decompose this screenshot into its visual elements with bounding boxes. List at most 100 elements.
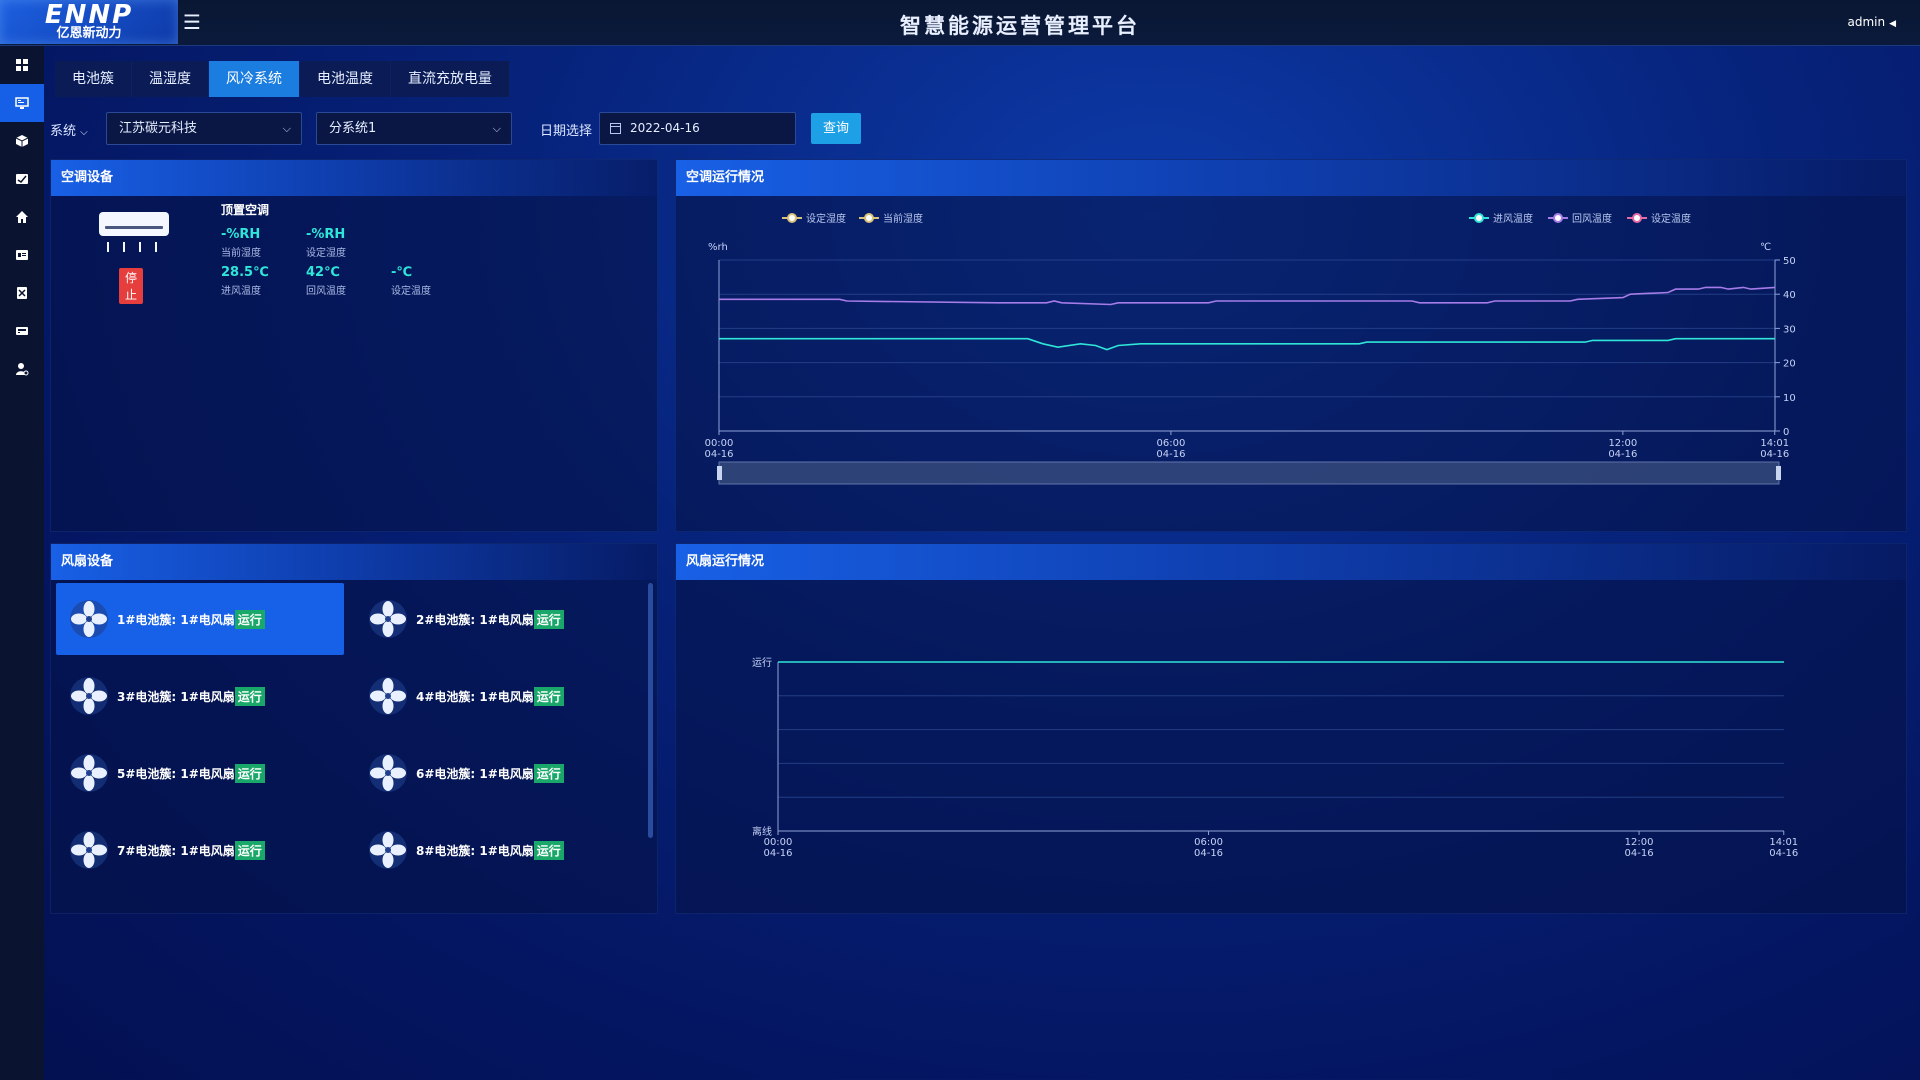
system-dropdown[interactable]: 系统 ⌵ — [50, 120, 88, 139]
sidebar-item-report[interactable] — [0, 160, 44, 198]
tab-battery-temp[interactable]: 电池温度 — [300, 61, 391, 97]
fan-label: 6#电池簇: 1#电风扇 — [416, 766, 534, 781]
x-tick-date: 04-16 — [1156, 449, 1185, 460]
fan-list: 1#电池簇: 1#电风扇 运行 2#电池簇: 1#电风扇 运行 3#电池簇: 1#电风扇… — [56, 583, 642, 908]
tab-bar: 电池簇 温湿度 风冷系统 电池温度 直流充放电量 — [55, 61, 510, 97]
set-temp-label: 设定温度 — [391, 286, 431, 297]
fan-icon — [70, 754, 108, 792]
sidebar-item-user-settings[interactable] — [0, 350, 44, 388]
sidebar-item-box[interactable] — [0, 122, 44, 160]
fan-status-badge: 运行 — [533, 609, 564, 629]
date-picker[interactable]: 2022-04-16 — [599, 112, 796, 145]
x-tick-date: 04-16 — [763, 848, 792, 859]
y-axis-unit-right: ℃ — [1760, 242, 1771, 253]
sidebar-item-dashboard[interactable] — [0, 46, 44, 84]
x-tick-date: 04-16 — [1760, 449, 1789, 460]
date-value: 2022-04-16 — [630, 121, 700, 135]
tab-battery-cluster[interactable]: 电池簇 — [55, 61, 132, 97]
x-tick-time: 00:00 — [764, 837, 793, 848]
page-title: 智慧能源运营管理平台 — [900, 14, 1140, 38]
sidebar-item-home[interactable] — [0, 198, 44, 236]
y-category-label: 运行 — [752, 656, 772, 669]
x-tick-date: 04-16 — [1769, 848, 1798, 859]
fan-item[interactable]: 1#电池簇: 1#电风扇 运行 — [56, 583, 344, 655]
fan-item[interactable]: 3#电池簇: 1#电风扇 运行 — [56, 660, 344, 732]
inlet-temp: 28.5℃ 进风温度 — [221, 265, 269, 297]
ac-device-title: 空调设备 — [51, 160, 657, 196]
fan-status-badge: 运行 — [533, 686, 564, 706]
home-icon — [16, 211, 28, 223]
current-humidity-value: -%RH — [221, 227, 261, 242]
ac-device-name: 顶置空调 — [221, 203, 270, 217]
ac-device-panel: 空调设备 停止 顶置空调 -%RH 当前湿度 -%RH 设定湿度 28.5℃ 进… — [50, 159, 658, 532]
y-tick-label: 10 — [1783, 393, 1796, 404]
fan-device-title: 风扇设备 — [51, 544, 657, 580]
fan-icon — [70, 677, 108, 715]
tab-air-cooling[interactable]: 风冷系统 — [209, 61, 300, 97]
fan-status-badge: 运行 — [234, 686, 265, 706]
fan-icon — [369, 831, 407, 869]
caret-left-icon: ◀ — [1889, 19, 1896, 29]
company-select[interactable]: 江苏碳元科技 ⌵ — [106, 112, 302, 145]
monitor-icon — [15, 97, 29, 109]
sidebar-item-document[interactable] — [0, 274, 44, 312]
username: admin — [1847, 15, 1886, 29]
legend-marker — [1474, 213, 1484, 223]
user-menu[interactable]: admin ◀ — [1847, 15, 1896, 29]
fan-item[interactable]: 7#电池簇: 1#电风扇 运行 — [56, 814, 344, 886]
x-tick-date: 04-16 — [1625, 848, 1654, 859]
box-icon — [15, 135, 29, 147]
return-temp: 42℃ 回风温度 — [306, 265, 346, 297]
fan-item[interactable]: 4#电池簇: 1#电风扇 运行 — [355, 660, 643, 732]
chevron-down-icon: ⌵ — [282, 122, 291, 135]
query-button[interactable]: 查询 — [811, 113, 862, 144]
legend-label: 设定湿度 — [806, 212, 846, 225]
chevron-down-icon: ⌵ — [492, 122, 501, 135]
calendar-icon — [610, 123, 621, 134]
fan-item[interactable]: 2#电池簇: 1#电风扇 运行 — [355, 583, 643, 655]
fan-chart-panel: 风扇运行情况 运行 离线 00:00 04-16 06:00 04-16 12:00 04-1… — [675, 543, 1907, 914]
ac-chart-title: 空调运行情况 — [676, 160, 1906, 196]
fan-label: 5#电池簇: 1#电风扇 — [117, 766, 235, 781]
x-tick-time: 12:00 — [1608, 438, 1637, 449]
tab-dc-energy[interactable]: 直流充放电量 — [391, 61, 510, 97]
set-humidity: -%RH 设定湿度 — [306, 227, 346, 259]
fan-device-panel: 风扇设备 1#电池簇: 1#电风扇 运行 2#电池簇: 1#电风扇 运行 3#电池簇: … — [50, 543, 658, 914]
x-tick-time: 12:00 — [1625, 837, 1654, 848]
fan-label: 4#电池簇: 1#电风扇 — [416, 689, 534, 704]
sidebar-item-device[interactable] — [0, 312, 44, 350]
tab-temp-humidity[interactable]: 温湿度 — [132, 61, 209, 97]
sidebar-item-id-card[interactable] — [0, 236, 44, 274]
set-humidity-label: 设定湿度 — [306, 248, 346, 259]
air-conditioner-icon — [99, 212, 171, 256]
fan-label: 2#电池簇: 1#电风扇 — [416, 612, 534, 627]
set-temp: -℃ 设定温度 — [391, 265, 431, 297]
subsystem-select[interactable]: 分系统1 ⌵ — [316, 112, 512, 145]
return-temp-label: 回风温度 — [306, 286, 346, 297]
fan-list-scrollbar[interactable] — [648, 583, 653, 838]
fan-icon — [70, 600, 108, 638]
fan-item[interactable]: 5#电池簇: 1#电风扇 运行 — [56, 737, 344, 809]
y-tick-label: 50 — [1783, 256, 1796, 267]
fan-status-badge: 运行 — [533, 763, 564, 783]
fan-item[interactable]: 8#电池簇: 1#电风扇 运行 — [355, 814, 643, 886]
y-tick-label: 20 — [1783, 359, 1796, 370]
fan-icon — [369, 677, 407, 715]
current-humidity-label: 当前湿度 — [221, 248, 261, 259]
zoom-handle-right — [1776, 466, 1781, 480]
fan-status-badge: 运行 — [234, 840, 265, 860]
report-icon — [16, 174, 28, 184]
date-label: 日期选择 — [540, 124, 593, 139]
y-tick-label: 30 — [1783, 324, 1796, 335]
document-icon — [17, 287, 27, 299]
sidebar-item-monitor[interactable] — [0, 84, 44, 122]
status-badge: 停止 — [119, 268, 144, 304]
dashboard-icon — [16, 59, 28, 71]
series-line — [719, 337, 1775, 351]
fan-item[interactable]: 6#电池簇: 1#电风扇 运行 — [355, 737, 643, 809]
x-tick-date: 04-16 — [1608, 449, 1637, 460]
ac-chart-panel: 空调运行情况 设定湿度 当前湿度 进风温度 回风温度 设定温度 %rh ℃ 0 10 20 30 40… — [675, 159, 1907, 532]
fan-run-chart: 运行离线00:0004-1606:0004-1612:0004-1614:010… — [752, 656, 1798, 859]
fan-label: 7#电池簇: 1#电风扇 — [117, 843, 235, 858]
x-tick-date: 04-16 — [1194, 848, 1223, 859]
